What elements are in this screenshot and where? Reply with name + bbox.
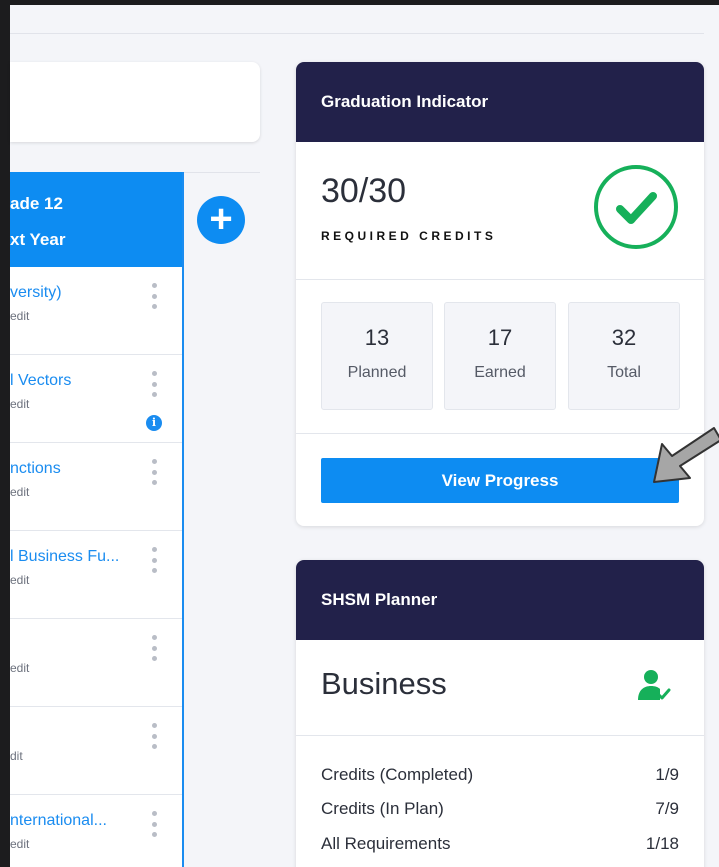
- course-card[interactable]: l Vectors edit i: [10, 355, 182, 443]
- grade-12-column: ade 12 xt Year versity) edit l Vectors e…: [10, 172, 184, 867]
- course-name: nternational...: [10, 812, 107, 829]
- window-top-edge: [0, 0, 719, 5]
- requirement-value: 1/9: [655, 765, 679, 784]
- more-options-icon[interactable]: [150, 811, 158, 837]
- more-options-icon[interactable]: [150, 723, 158, 749]
- top-divider: [10, 33, 704, 34]
- course-name: l Vectors: [10, 372, 72, 389]
- course-card[interactable]: nctions edit: [10, 443, 182, 531]
- add-year-column: [184, 172, 260, 867]
- info-icon[interactable]: i: [146, 415, 162, 431]
- course-name: l Business Fu...: [10, 548, 120, 565]
- course-name: versity): [10, 284, 62, 301]
- shsm-planner-title: SHSM Planner: [296, 560, 704, 640]
- graduation-indicator-title: Graduation Indicator: [296, 62, 704, 142]
- stat-total: 32 Total: [568, 302, 680, 410]
- required-credits-label: REQUIRED CREDITS: [321, 229, 497, 243]
- course-card[interactable]: nternational... edit: [10, 795, 182, 867]
- requirement-label: All Requirements: [321, 834, 451, 853]
- more-options-icon[interactable]: [150, 635, 158, 661]
- stat-label: Planned: [347, 364, 407, 381]
- course-credit: edit: [10, 485, 30, 499]
- stat-planned: 13 Planned: [321, 302, 433, 410]
- more-options-icon[interactable]: [150, 371, 158, 397]
- course-card[interactable]: l Business Fu... edit: [10, 531, 182, 619]
- course-credit: edit: [10, 309, 30, 323]
- more-options-icon[interactable]: [150, 547, 158, 573]
- grade-title: ade 12: [10, 194, 63, 213]
- stat-value: 17: [487, 325, 513, 350]
- shsm-program-name: Business: [321, 666, 447, 701]
- stat-label: Earned: [474, 364, 526, 381]
- window-left-edge: [0, 0, 10, 867]
- stat-label: Total: [607, 364, 641, 381]
- stat-value: 13: [364, 325, 390, 350]
- stat-value: 32: [611, 325, 637, 350]
- stat-earned: 17 Earned: [444, 302, 556, 410]
- search-card[interactable]: [10, 62, 260, 142]
- annotation-arrow-icon: [653, 427, 719, 483]
- course-credit: edit: [10, 661, 30, 675]
- requirement-label: Credits (In Plan): [321, 799, 444, 818]
- divider: [296, 735, 704, 736]
- course-card[interactable]: edit: [10, 619, 182, 707]
- course-card[interactable]: dit: [10, 707, 182, 795]
- requirement-row: All Requirements 1/18: [321, 834, 679, 854]
- check-circle-icon: [594, 165, 678, 249]
- course-credit: edit: [10, 837, 30, 851]
- course-credit: edit: [10, 397, 30, 411]
- course-credit: edit: [10, 573, 30, 587]
- requirement-row: Credits (In Plan) 7/9: [321, 799, 679, 819]
- more-options-icon[interactable]: [150, 283, 158, 309]
- requirement-value: 1/18: [645, 834, 679, 853]
- course-credit: dit: [10, 749, 23, 763]
- divider: [296, 279, 704, 280]
- shsm-planner-card: SHSM Planner Business Credits (Completed…: [296, 560, 704, 867]
- more-options-icon[interactable]: [150, 459, 158, 485]
- requirement-label: Credits (Completed): [321, 765, 474, 784]
- view-progress-button[interactable]: View Progress: [321, 458, 679, 503]
- required-credits-value: 30/30: [321, 172, 407, 210]
- requirement-value: 7/9: [655, 799, 679, 818]
- course-card[interactable]: versity) edit: [10, 267, 182, 355]
- course-name: nctions: [10, 460, 61, 477]
- add-year-button[interactable]: +: [197, 196, 245, 244]
- grade-header[interactable]: ade 12 xt Year: [10, 172, 182, 267]
- person-check-icon: [638, 670, 671, 700]
- grade-subtitle: xt Year: [10, 230, 66, 249]
- requirement-row: Credits (Completed) 1/9: [321, 765, 679, 785]
